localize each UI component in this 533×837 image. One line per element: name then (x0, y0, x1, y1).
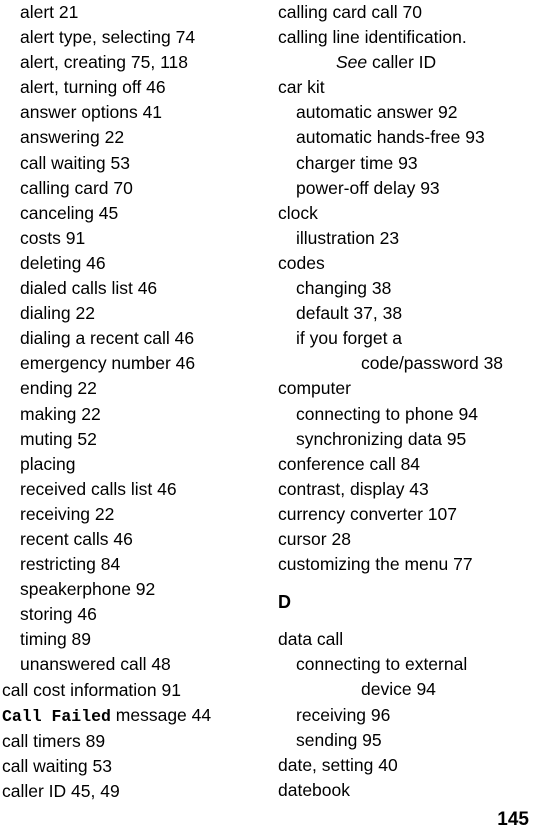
index-entry: changing 38 (296, 278, 392, 299)
index-entry-text: caller ID (367, 52, 437, 73)
index-entry: charger time 93 (296, 152, 418, 173)
index-entry: device 94 (361, 679, 436, 700)
index-entry: automatic hands-free 93 (296, 127, 485, 148)
index-entry: customizing the menu 77 (278, 554, 473, 575)
index-entry-text: message 44 (110, 704, 212, 725)
index-entry: calling card call 70 (278, 2, 422, 22)
index-entry: alert, turning off 46 (20, 77, 166, 98)
index-entry-mono-term: Call Failed (2, 706, 111, 726)
index-entry: power-off delay 93 (296, 177, 440, 198)
index-entry: cursor 28 (278, 528, 351, 549)
index-entry-see-reference: See (336, 52, 368, 73)
index-entry: answer options 41 (20, 102, 163, 123)
index-entry: deleting 46 (20, 252, 106, 273)
index-column-right: calling card call 70 calling line identif… (266, 0, 533, 803)
index-entry: contrast, display 43 (278, 478, 429, 499)
index-entry: timing 89 (20, 629, 92, 650)
index-entry: calling line identification. (278, 27, 467, 48)
index-entry: See caller ID (336, 50, 533, 75)
index-entry: emergency number 46 (20, 353, 196, 374)
index-entry: muting 52 (20, 428, 97, 449)
index-entry: making 22 (20, 403, 101, 424)
index-entry: currency converter 107 (278, 503, 457, 524)
index-entry: call cost information 91 (2, 679, 181, 700)
page-number: 145 (497, 809, 529, 830)
index-entry: answering 22 (20, 127, 125, 148)
index-entry: dialed calls list 46 (20, 278, 158, 299)
index-entry: illustration 23 (296, 227, 400, 248)
index-entry: receiving 96 (296, 704, 391, 725)
index-entry: restricting 84 (20, 554, 121, 575)
index-entry: dialing a recent call 46 (20, 328, 195, 349)
index-entry: if you forget a (296, 328, 403, 349)
index-entry: Call Failed message 44 (2, 703, 266, 729)
index-entry: automatic answer 92 (296, 102, 458, 123)
index-entry: codes (278, 252, 325, 273)
index-entry: date, setting 40 (278, 754, 398, 775)
index-entry: connecting to phone 94 (296, 403, 478, 424)
index-entry: call timers 89 (2, 730, 106, 751)
index-entry: alert, creating 75, 118 (20, 52, 188, 73)
index-entry: call waiting 53 (20, 152, 130, 173)
index-entry: calling card 70 (20, 177, 133, 198)
index-section-header: D (278, 592, 291, 613)
index-entry: unanswered call 48 (20, 654, 171, 675)
index-entry: datebook (278, 779, 351, 800)
index-entry: alert 21 (20, 2, 79, 22)
index-entry: storing 46 (20, 604, 97, 625)
index-entry: speakerphone 92 (20, 579, 156, 600)
index-entry: alert type, selecting 74 (20, 27, 196, 48)
index-entry: code/password 38 (361, 353, 504, 374)
index-entry: default 37, 38 (296, 303, 403, 324)
index-columns: alert 21 alert type, selecting 74 alert, c… (0, 0, 533, 803)
index-entry: recent calls 46 (20, 528, 133, 549)
index-entry: placing (20, 453, 76, 474)
index-entry: ending 22 (20, 378, 97, 399)
index-entry: call waiting 53 (2, 755, 112, 776)
index-entry: caller ID 45, 49 (2, 780, 120, 801)
index-entry: connecting to external (296, 654, 468, 675)
index-entry: costs 91 (20, 227, 86, 248)
index-entry: computer (278, 378, 351, 399)
index-entry: clock (278, 202, 318, 223)
index-entry: synchronizing data 95 (296, 428, 467, 449)
index-page: alert 21 alert type, selecting 74 alert, c… (0, 0, 533, 837)
index-entry: conference call 84 (278, 453, 421, 474)
index-entry: sending 95 (296, 729, 382, 750)
index-entry: receiving 22 (20, 503, 115, 524)
index-entry: car kit (278, 77, 325, 98)
index-column-left: alert 21 alert type, selecting 74 alert, c… (0, 0, 266, 804)
index-entry: received calls list 46 (20, 478, 177, 499)
index-entry: data call (278, 629, 344, 650)
index-entry: canceling 45 (20, 202, 119, 223)
index-entry: dialing 22 (20, 303, 95, 324)
